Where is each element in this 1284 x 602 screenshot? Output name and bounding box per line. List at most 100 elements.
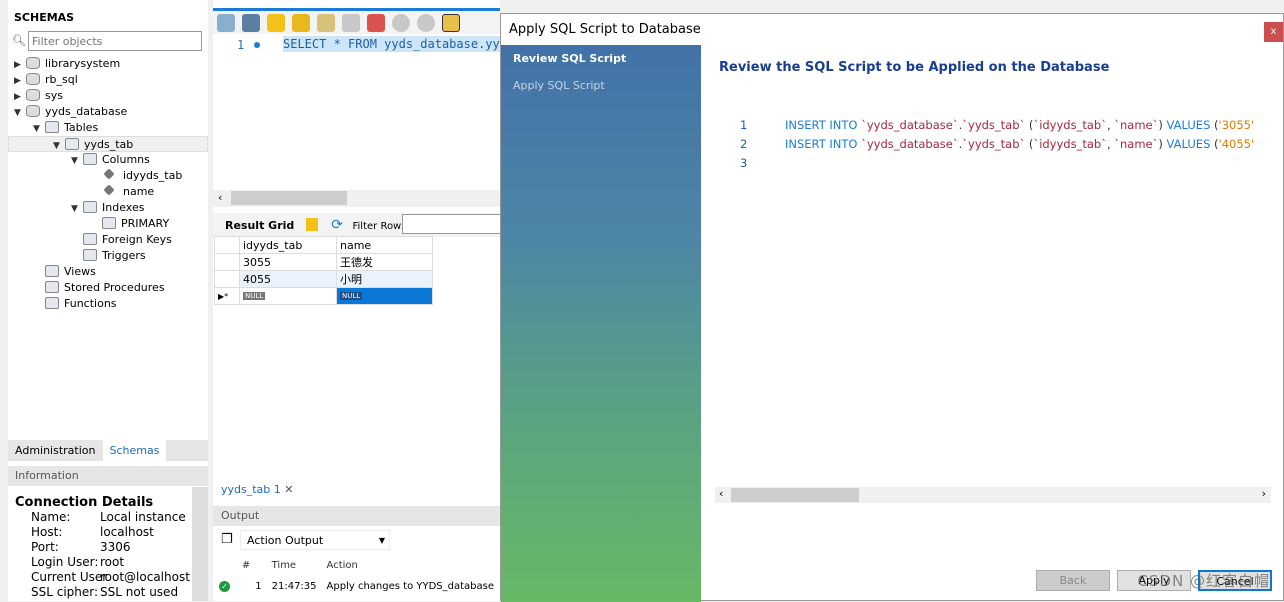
cell[interactable]: 王德发 bbox=[336, 253, 433, 271]
cell[interactable]: 3055 bbox=[239, 253, 337, 271]
tree-item[interactable]: ▼ yyds_tab bbox=[8, 136, 208, 152]
tree-item-label: Functions bbox=[64, 297, 117, 310]
tab-administration[interactable]: Administration bbox=[8, 440, 103, 461]
tree-item[interactable]: Triggers bbox=[8, 248, 208, 264]
wizard-steps: Review SQL Script Apply SQL Script bbox=[501, 45, 701, 602]
expand-toggle-icon[interactable]: ▼ bbox=[14, 105, 26, 121]
sql-script-view[interactable]: 1 INSERT INTO `yyds_database`.`yyds_tab` … bbox=[719, 116, 1273, 173]
column-icon bbox=[103, 184, 115, 196]
explain-icon[interactable] bbox=[317, 14, 335, 32]
editor-hscrollbar[interactable]: ‹ bbox=[213, 190, 500, 207]
tree-item[interactable]: ▼ Indexes bbox=[8, 200, 208, 216]
sql-editor[interactable]: 1 SELECT * FROM yyds_database.yyds_tab bbox=[213, 34, 500, 189]
execute-icon[interactable] bbox=[267, 14, 285, 32]
tree-item[interactable]: ▶ sys bbox=[8, 88, 208, 104]
line-number: 1 bbox=[740, 118, 748, 132]
cell[interactable]: 4055 bbox=[239, 270, 337, 288]
expand-toggle-icon[interactable]: ▼ bbox=[71, 201, 83, 217]
folder-icon bbox=[45, 265, 59, 277]
refresh-icon[interactable]: ⟳ bbox=[331, 217, 343, 233]
toggle-error-icon[interactable] bbox=[367, 14, 385, 32]
sql-token: '3055' bbox=[1218, 118, 1255, 132]
info-scrollbar[interactable] bbox=[192, 487, 208, 601]
scroll-left-icon[interactable]: ‹ bbox=[719, 487, 723, 500]
cell[interactable]: NULL bbox=[239, 287, 337, 305]
tree-item[interactable]: ▼ Columns bbox=[8, 152, 208, 168]
tree-item[interactable]: ▼ yyds_database bbox=[8, 104, 208, 120]
tree-item-label: name bbox=[123, 185, 155, 198]
open-file-icon[interactable] bbox=[217, 14, 235, 32]
tree-item-label: sys bbox=[45, 89, 63, 102]
expand-toggle-icon[interactable]: ▶ bbox=[14, 57, 26, 73]
grid-view-icon[interactable] bbox=[305, 218, 318, 231]
tree-item[interactable]: Foreign Keys bbox=[8, 232, 208, 248]
tree-item[interactable]: Views bbox=[8, 264, 208, 280]
back-button[interactable]: Back bbox=[1036, 570, 1110, 591]
null-badge: NULL bbox=[340, 292, 363, 300]
left-tabs: Administration Schemas bbox=[8, 440, 208, 461]
expand-toggle-icon[interactable]: ▶ bbox=[14, 89, 26, 105]
sql-token: `yyds_database` bbox=[861, 137, 959, 151]
tree-item[interactable]: ▼ Tables bbox=[8, 120, 208, 136]
sql-token: `yyds_database` bbox=[861, 118, 959, 132]
close-button[interactable]: x bbox=[1264, 22, 1283, 42]
tree-item-label: PRIMARY bbox=[121, 217, 170, 230]
tree-item[interactable]: Functions bbox=[8, 296, 208, 312]
connection-key: Port: bbox=[31, 540, 59, 554]
rollback-icon[interactable] bbox=[417, 14, 435, 32]
expand-toggle-icon[interactable]: ▼ bbox=[33, 121, 45, 137]
connection-row: Login User: root bbox=[15, 555, 192, 570]
result-grid: idyyds_tab name 3055 王德发 4055 小明 ▶* NULL NULL bbox=[214, 236, 433, 305]
stop-icon[interactable] bbox=[342, 14, 360, 32]
chevron-down-icon: ▼ bbox=[378, 536, 385, 545]
tree-item[interactable]: ▶ librarysystem bbox=[8, 56, 208, 72]
connection-row: Current Userroot@localhost bbox=[15, 570, 192, 585]
expand-toggle-icon[interactable]: ▶ bbox=[14, 73, 26, 89]
query-tab[interactable]: yyds_tab 1 ✕ bbox=[213, 480, 298, 500]
connection-row: Host: localhost bbox=[15, 525, 192, 540]
filter-objects-input[interactable] bbox=[28, 31, 202, 51]
output-type-select[interactable]: Action Output ▼ bbox=[240, 530, 390, 550]
connection-row: SSL cipher: SSL not used bbox=[15, 585, 192, 600]
execute-current-icon[interactable] bbox=[292, 14, 310, 32]
tree-item-label: Triggers bbox=[102, 249, 146, 262]
commit-icon[interactable] bbox=[392, 14, 410, 32]
cell[interactable]: 小明 bbox=[336, 270, 433, 288]
cell[interactable]: NULL bbox=[336, 287, 433, 305]
sql-token: ) bbox=[1158, 137, 1167, 151]
sql-token: `name` bbox=[1114, 137, 1159, 151]
tree-item[interactable]: PRIMARY bbox=[8, 216, 208, 232]
column-header: Action bbox=[326, 560, 358, 571]
script-hscrollbar[interactable]: ‹ › bbox=[715, 487, 1271, 503]
folder-icon bbox=[83, 201, 97, 213]
script-line: 2 INSERT INTO `yyds_database`.`yyds_tab` … bbox=[719, 135, 1273, 154]
tab-schemas[interactable]: Schemas bbox=[102, 440, 167, 461]
sql-token: VALUES bbox=[1166, 118, 1215, 132]
column-header: Time bbox=[271, 560, 297, 571]
scroll-right-icon[interactable]: › bbox=[1262, 487, 1266, 500]
tree-item[interactable]: idyyds_tab bbox=[8, 168, 208, 184]
line-number: 2 bbox=[740, 137, 748, 151]
tree-item[interactable]: ▶ rb_sql bbox=[8, 72, 208, 88]
sql-token: `name` bbox=[1114, 118, 1159, 132]
scroll-thumb[interactable] bbox=[731, 488, 859, 502]
expand-toggle-icon[interactable]: ▼ bbox=[71, 153, 83, 169]
close-icon[interactable]: ✕ bbox=[284, 483, 293, 496]
success-icon: ✓ bbox=[219, 581, 230, 592]
tree-item[interactable]: Stored Procedures bbox=[8, 280, 208, 296]
column-header[interactable]: name bbox=[336, 236, 433, 254]
row-action: Apply changes to YYDS_database bbox=[326, 581, 494, 592]
schemas-title: SCHEMAS bbox=[14, 11, 75, 24]
scroll-thumb[interactable] bbox=[231, 191, 347, 205]
connection-details-heading: Connection Details bbox=[15, 495, 154, 510]
scroll-left-icon[interactable]: ‹ bbox=[218, 191, 222, 204]
copy-icon[interactable]: ❐ bbox=[221, 532, 233, 547]
filter-rows-input[interactable] bbox=[402, 214, 502, 234]
column-header[interactable]: idyyds_tab bbox=[239, 236, 337, 254]
tree-item[interactable]: name bbox=[8, 184, 208, 200]
autocommit-icon[interactable] bbox=[442, 14, 460, 32]
schema-tree: ▶ librarysystem ▶ rb_sql ▶ sys ▼ yyds_database ▼… bbox=[8, 56, 208, 312]
save-icon[interactable] bbox=[242, 14, 260, 32]
script-line: 3 bbox=[719, 154, 1273, 173]
result-grid-label[interactable]: Result Grid bbox=[213, 219, 294, 232]
